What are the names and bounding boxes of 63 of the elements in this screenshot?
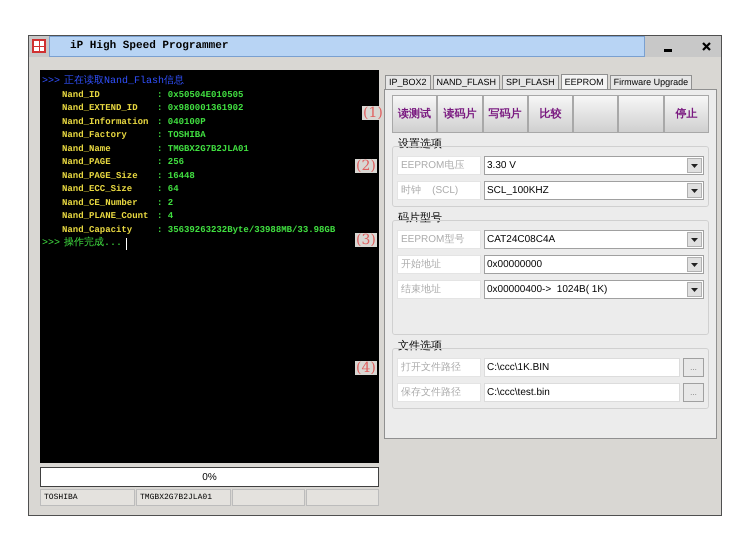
console-key: Nand_PLANE_Count: [62, 210, 157, 224]
browse-button[interactable]: ...: [683, 383, 704, 402]
console-value: : 040100P: [157, 116, 206, 128]
console-key: Nand_ECC_Size: [62, 183, 157, 196]
step-marker: (1): [362, 106, 384, 120]
toolbar-button[interactable]: 比较: [528, 95, 574, 133]
console-key: Nand_CE_Number: [62, 196, 157, 210]
console-key: Nand_PAGE: [62, 156, 157, 170]
console-value: : 35639263232Byte/33988MB/33.98GB: [157, 224, 336, 236]
toolbar-button[interactable]: 读测试: [392, 95, 438, 133]
dropdown[interactable]: 0x00000000: [484, 255, 704, 274]
console-value: : 0x980001361902: [157, 102, 244, 115]
browse-button[interactable]: ...: [683, 358, 704, 377]
tab[interactable]: NAND_FLASH: [432, 75, 500, 89]
console-key: Nand_Name: [62, 142, 157, 156]
console-value: : 0x50504E010505: [157, 88, 244, 102]
status-cell: TMGBX2G7B2JLA01: [136, 489, 231, 506]
console-key: Nand_ID: [62, 88, 157, 102]
text-cursor: [126, 238, 128, 250]
tab[interactable]: EEPROM: [560, 74, 608, 89]
console-value: : 256: [157, 156, 184, 169]
step-marker: (2): [355, 158, 377, 172]
field-label: EEPROM型号: [397, 230, 481, 249]
console-key: Nand_Information: [62, 116, 157, 129]
console-prompt: >>>: [42, 237, 60, 250]
field-label: EEPROM电压: [397, 156, 481, 175]
status-cell: TOSHIBA: [40, 489, 135, 506]
window-title: iP High Speed Programmer: [70, 39, 228, 54]
field-label: 时钟 (SCL): [397, 181, 481, 200]
console-value: : 4: [157, 210, 174, 223]
path-field[interactable]: C:\ccc\1K.BIN: [484, 358, 680, 377]
console-key: Nand_Capacity: [62, 224, 157, 237]
field-label: 开始地址: [397, 255, 481, 274]
console-message: 操作完成...: [64, 237, 122, 250]
app-logo-icon: [32, 39, 46, 53]
close-icon: [702, 42, 710, 51]
toolbar-button[interactable]: 写码片: [482, 95, 528, 133]
console-message: 正在读取Nand_Flash信息: [64, 75, 184, 88]
console-value: : TOSHIBA: [157, 129, 206, 142]
tab[interactable]: Firmware Upgrade: [610, 75, 692, 89]
field-label: 打开文件路径: [397, 358, 481, 377]
toolbar-button[interactable]: 读码片: [437, 95, 483, 133]
tab[interactable]: IP_BOX2: [385, 75, 431, 89]
path-field[interactable]: C:\ccc\test.bin: [484, 383, 680, 402]
console-value: : 64: [157, 183, 179, 196]
step-marker: (4): [355, 360, 377, 374]
dropdown[interactable]: 3.30 V: [484, 156, 704, 175]
field-label: 结束地址: [397, 280, 481, 299]
console-value: : TMGBX2G7B2JLA01: [157, 142, 249, 156]
console-value: : 16448: [157, 170, 195, 182]
console-value: : 2: [157, 196, 174, 210]
toolbar-button[interactable]: 停止: [664, 95, 709, 133]
console-key: Nand_Factory: [62, 129, 157, 142]
field-label: 保存文件路径: [397, 383, 481, 402]
console-key: Nand_PAGE_Size: [62, 170, 157, 183]
minimize-icon: [664, 49, 672, 52]
dropdown[interactable]: 0x00000400-> 1024B( 1K): [484, 280, 704, 299]
step-marker: (3): [355, 232, 377, 246]
console-prompt: >>>: [42, 75, 60, 88]
tab[interactable]: SPI_FLASH: [502, 75, 559, 89]
dropdown[interactable]: SCL_100KHZ: [484, 181, 704, 200]
console-key: Nand_EXTEND_ID: [62, 102, 157, 116]
dropdown[interactable]: CAT24C08C4A: [484, 230, 704, 249]
